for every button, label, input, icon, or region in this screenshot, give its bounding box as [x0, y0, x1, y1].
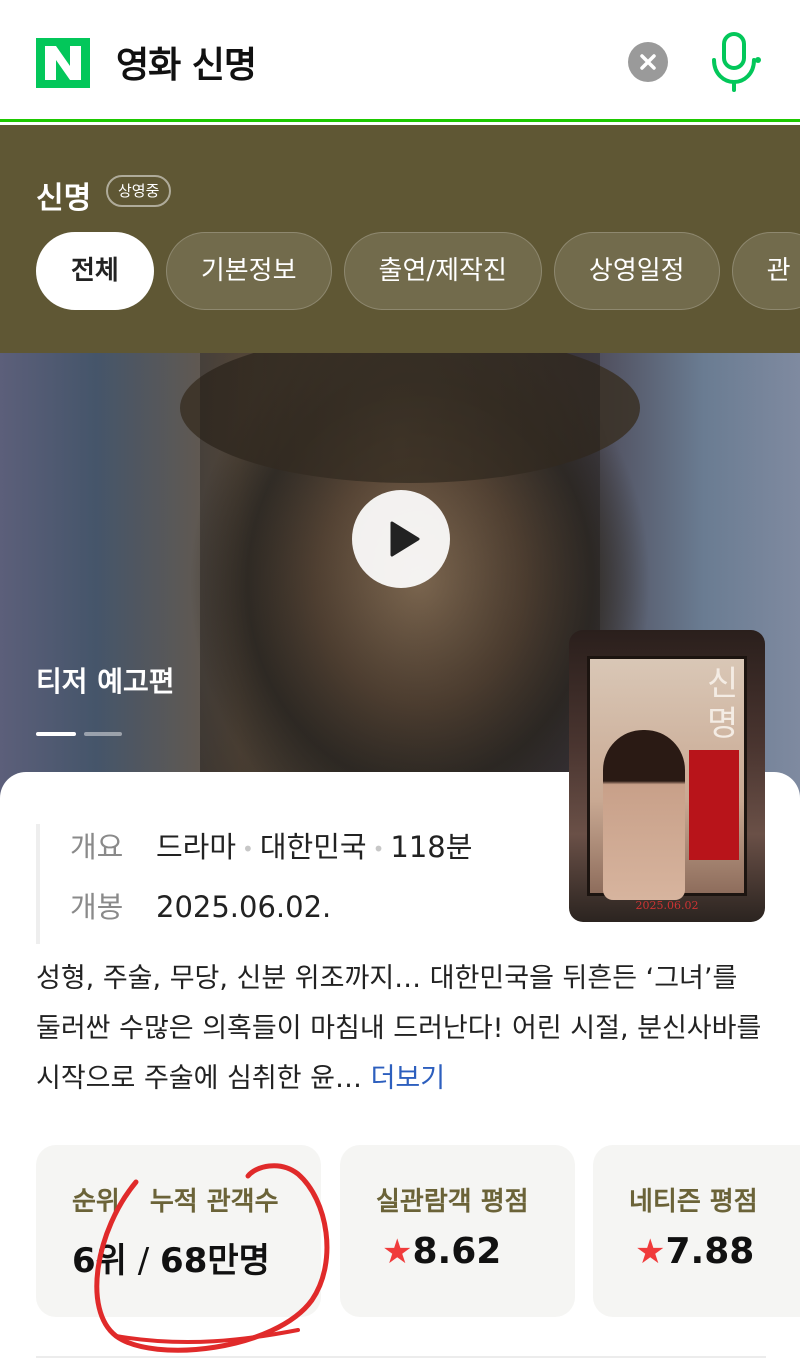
- info-rows: 개요 드라마 • 대한민국 • 118분 개봉 2025.06.02.: [36, 824, 556, 944]
- separator-dot: •: [372, 837, 385, 861]
- netizen-rating-value: 7.88: [665, 1231, 755, 1272]
- rank-value: 6위: [72, 1241, 127, 1281]
- play-icon: [390, 521, 420, 557]
- release-key: 개봉: [70, 890, 124, 924]
- rank-audience-label: 순위 누적 관객수: [72, 1181, 279, 1218]
- poster-date: 2025.06.02: [635, 899, 699, 912]
- poster-title: 신명: [707, 664, 739, 744]
- movie-title[interactable]: 신명: [36, 173, 91, 217]
- real-rating: ★8.62: [382, 1231, 501, 1272]
- tab-bar: 전체 기본정보 출연/제작진 상영일정 관: [36, 232, 800, 312]
- audience-value: 68만명: [160, 1241, 270, 1281]
- microphone-icon: [712, 32, 761, 92]
- rank-label: 순위: [72, 1187, 120, 1217]
- synopsis: 성형, 주술, 무당, 신분 위조까지… 대한민국을 뒤흔든 ‘그녀’를 둘러싼…: [36, 954, 766, 1104]
- audience-label: 누적 관객수: [149, 1187, 279, 1217]
- star-icon: ★: [382, 1232, 413, 1272]
- tab-more[interactable]: 관: [731, 232, 800, 310]
- release-date: 2025.06.02.: [156, 890, 332, 924]
- separator-dot: •: [242, 837, 254, 861]
- netizen-rating: ★7.88: [635, 1231, 754, 1272]
- rank-audience-value: 6위 / 68만명: [72, 1233, 270, 1282]
- tab-showtimes[interactable]: 상영일정: [553, 232, 720, 310]
- real-rating-value: 8.62: [412, 1231, 502, 1272]
- search-bar: 영화 신명: [0, 0, 800, 122]
- star-icon: ★: [635, 1232, 666, 1272]
- netizen-rating-label: 네티즌 평점: [629, 1187, 758, 1217]
- divider: [36, 1356, 766, 1358]
- genre: 드라마: [156, 830, 237, 864]
- poster-figure: [603, 730, 685, 900]
- summary-key: 개요: [70, 830, 124, 864]
- tab-cast-crew[interactable]: 출연/제작진: [343, 232, 542, 310]
- search-query[interactable]: 영화 신명: [116, 36, 257, 88]
- play-button[interactable]: [352, 490, 450, 588]
- tab-basic-info[interactable]: 기본정보: [165, 232, 332, 310]
- naver-logo[interactable]: [36, 38, 90, 88]
- runtime: 118분: [390, 830, 473, 864]
- movie-header: 신명 상영중 전체 기본정보 출연/제작진 상영일정 관: [0, 125, 800, 353]
- real-rating-label: 실관람객 평점: [376, 1187, 529, 1217]
- value-separator: /: [137, 1241, 150, 1281]
- trailer-label: 티저 예고편: [36, 665, 175, 698]
- clear-search-button[interactable]: [628, 42, 668, 82]
- real-rating-card[interactable]: 실관람객 평점 ★8.62: [340, 1145, 575, 1317]
- slide-indicator-2: [84, 732, 122, 736]
- movie-poster[interactable]: 신명 2025.06.02: [569, 630, 765, 922]
- release-row: 개봉 2025.06.02.: [70, 884, 556, 944]
- more-link[interactable]: 더보기: [371, 1063, 446, 1094]
- close-icon: [640, 54, 656, 70]
- voice-search-button[interactable]: [706, 30, 762, 94]
- summary-row: 개요 드라마 • 대한민국 • 118분: [70, 824, 556, 884]
- slide-indicator-1: [36, 732, 76, 736]
- country: 대한민국: [259, 830, 367, 864]
- netizen-rating-card[interactable]: 네티즌 평점 ★7.88: [593, 1145, 800, 1317]
- status-badge: 상영중: [106, 175, 172, 207]
- tab-all[interactable]: 전체: [36, 232, 154, 310]
- rank-audience-card[interactable]: 순위 누적 관객수 6위 / 68만명: [36, 1145, 321, 1317]
